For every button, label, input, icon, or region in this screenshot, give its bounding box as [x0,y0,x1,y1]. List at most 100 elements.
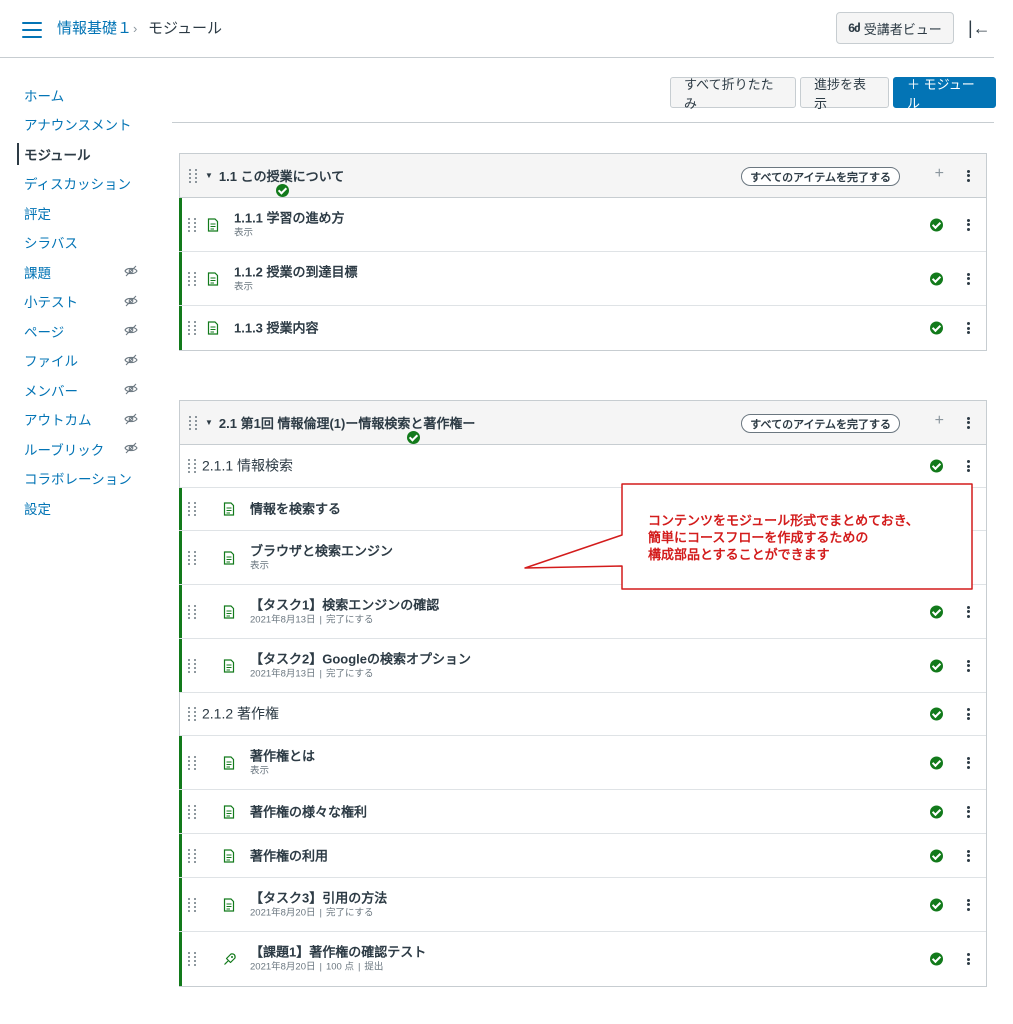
item-title[interactable]: 【タスク3】引用の方法 [250,889,387,906]
page-document-icon [223,550,235,565]
drag-handle-icon[interactable] [188,804,198,819]
caret-down-icon[interactable]: ▼ [205,418,213,427]
sidebar-item-9[interactable]: ファイル [0,346,160,376]
item-options-kebab-icon[interactable] [963,898,973,912]
item-text: 2.1.2 著作権 [202,706,279,723]
drag-handle-icon[interactable] [189,168,199,183]
module-item[interactable]: 著作権とは 表示 [179,736,986,790]
item-meta-value[interactable]: 提出 [364,962,383,973]
item-title[interactable]: ブラウザと検索エンジン [250,542,393,559]
drag-handle-icon[interactable] [188,658,198,673]
item-title[interactable]: 情報を検索する [250,501,341,518]
item-title[interactable]: 1.1.3 授業内容 [234,320,319,337]
item-meta-value[interactable]: 完了にする [326,668,374,679]
item-options-kebab-icon[interactable] [963,659,973,673]
sidebar-item-5[interactable]: シラバス [0,228,160,258]
module-item[interactable]: 【タスク2】Googleの検索オプション 2021年8月13日 | 完了にする [179,639,986,693]
item-options-kebab-icon[interactable] [963,952,973,966]
item-title[interactable]: 著作権の様々な権利 [250,803,367,820]
item-title[interactable]: 【タスク1】検索エンジンの確認 [250,596,439,613]
callout-text: コンテンツをモジュール形式でまとめておき、 簡単にコースフローを作成するための … [648,512,968,563]
add-item-plus-icon[interactable]: + [935,412,944,430]
sidebar-item-8[interactable]: ページ [0,316,160,346]
student-view-button[interactable]: 6ძ 受講者ビュー [836,12,954,44]
item-text: 情報を検索する [250,501,341,518]
sidebar-item-13[interactable]: コラボレーション [0,464,160,494]
item-options-kebab-icon[interactable] [963,321,973,335]
drag-handle-icon[interactable] [188,604,198,619]
module-item[interactable]: 1.1.1 学習の進め方 表示 [179,198,986,252]
collapse-all-button[interactable]: すべて折りたたみ [670,77,796,111]
module-header[interactable]: ▼ 2.1 第1回 情報倫理(1)ー情報検索と著作権ー すべてのアイテムを完了する + [180,401,986,445]
add-item-plus-icon[interactable]: + [935,165,944,183]
item-title[interactable]: 【タスク2】Googleの検索オプション [250,650,471,667]
item-title[interactable]: 【課題1】著作権の確認テスト [250,944,426,961]
module-item[interactable]: 著作権の利用 [179,834,986,878]
module-subheader[interactable]: 2.1.1 情報検索 [180,445,986,488]
item-options-kebab-icon[interactable] [963,459,973,473]
item-options-kebab-icon[interactable] [963,849,973,863]
module-item[interactable]: 著作権の様々な権利 [179,790,986,834]
item-options-kebab-icon[interactable] [963,707,973,721]
sidebar-item-1[interactable]: アナウンスメント [0,110,160,140]
sidebar-item-3[interactable]: ディスカッション [0,169,160,199]
item-meta-value[interactable]: 完了にする [326,614,374,625]
drag-handle-icon[interactable] [188,952,198,966]
item-title[interactable]: 著作権とは [250,747,315,764]
module-options-kebab-icon[interactable] [963,169,973,183]
item-options-kebab-icon[interactable] [963,756,973,770]
item-title[interactable]: 著作権の利用 [250,847,328,864]
drag-handle-icon[interactable] [188,550,198,565]
drag-handle-icon[interactable] [188,271,198,286]
item-meta: 2021年8月13日 | 完了にする [250,667,471,681]
module-item[interactable]: 【タスク3】引用の方法 2021年8月20日 | 完了にする [179,878,986,932]
sidebar-item-6[interactable]: 課題 [0,257,160,287]
drag-handle-icon[interactable] [188,848,198,863]
item-meta: 表示 [250,764,315,778]
item-options-kebab-icon[interactable] [963,218,973,232]
item-text: 【タスク2】Googleの検索オプション 2021年8月13日 | 完了にする [250,650,471,681]
sidebar-item-12[interactable]: ルーブリック [0,434,160,464]
drag-handle-icon[interactable] [188,217,198,232]
module-options-kebab-icon[interactable] [963,416,973,430]
item-title[interactable]: 1.1.2 授業の到達目標 [234,263,358,280]
drag-handle-icon[interactable] [188,502,198,516]
student-view-label: 受講者ビュー [863,21,942,37]
drag-handle-icon[interactable] [188,897,198,912]
item-title[interactable]: 1.1.1 学習の進め方 [234,209,345,226]
sidebar-item-14[interactable]: 設定 [0,493,160,523]
item-text: 著作権とは 表示 [250,747,315,778]
breadcrumb-course[interactable]: 情報基礎１ [57,19,132,39]
hidden-eye-icon [124,264,138,278]
item-options-kebab-icon[interactable] [963,805,973,819]
module-subheader[interactable]: 2.1.2 著作権 [180,693,986,736]
complete-check-icon [930,605,943,618]
view-progress-button[interactable]: 進捗を表示 [800,77,889,111]
module-item[interactable]: 1.1.2 授業の到達目標 表示 [179,252,986,306]
drag-handle-icon[interactable] [188,321,198,335]
drag-handle-icon[interactable] [188,707,198,721]
module-item[interactable]: 【課題1】著作権の確認テスト 2021年8月20日 | 100 点 | 提出 [179,932,986,986]
sidebar-item-2[interactable]: モジュール [0,139,160,169]
drag-handle-icon[interactable] [188,459,198,473]
sidebar-item-11[interactable]: アウトカム [0,405,160,435]
hamburger-menu-icon[interactable] [22,22,42,38]
sidebar-item-7[interactable]: 小テスト [0,287,160,317]
item-meta-value: 2021年8月20日 [250,961,316,973]
module-item[interactable]: 【タスク1】検索エンジンの確認 2021年8月13日 | 完了にする [179,585,986,639]
module-item[interactable]: 1.1.3 授業内容 [179,306,986,350]
caret-down-icon[interactable]: ▼ [205,171,213,180]
module-header[interactable]: ▼ 1.1 この授業について すべてのアイテムを完了する + [180,154,986,198]
item-options-kebab-icon[interactable] [963,272,973,286]
sidebar-item-4[interactable]: 評定 [0,198,160,228]
item-options-kebab-icon[interactable] [963,605,973,619]
drag-handle-icon[interactable] [188,755,198,770]
collapse-nav-icon[interactable]: |← [968,18,991,39]
module-title: 2.1 第1回 情報倫理(1)ー情報検索と著作権ー [218,416,476,431]
item-meta-value[interactable]: 完了にする [326,907,374,918]
complete-check-icon [930,321,943,335]
sidebar-item-0[interactable]: ホーム [0,80,160,110]
add-module-button[interactable]: ＋ モジュール [893,77,996,111]
drag-handle-icon[interactable] [189,415,199,430]
sidebar-item-10[interactable]: メンバー [0,375,160,405]
